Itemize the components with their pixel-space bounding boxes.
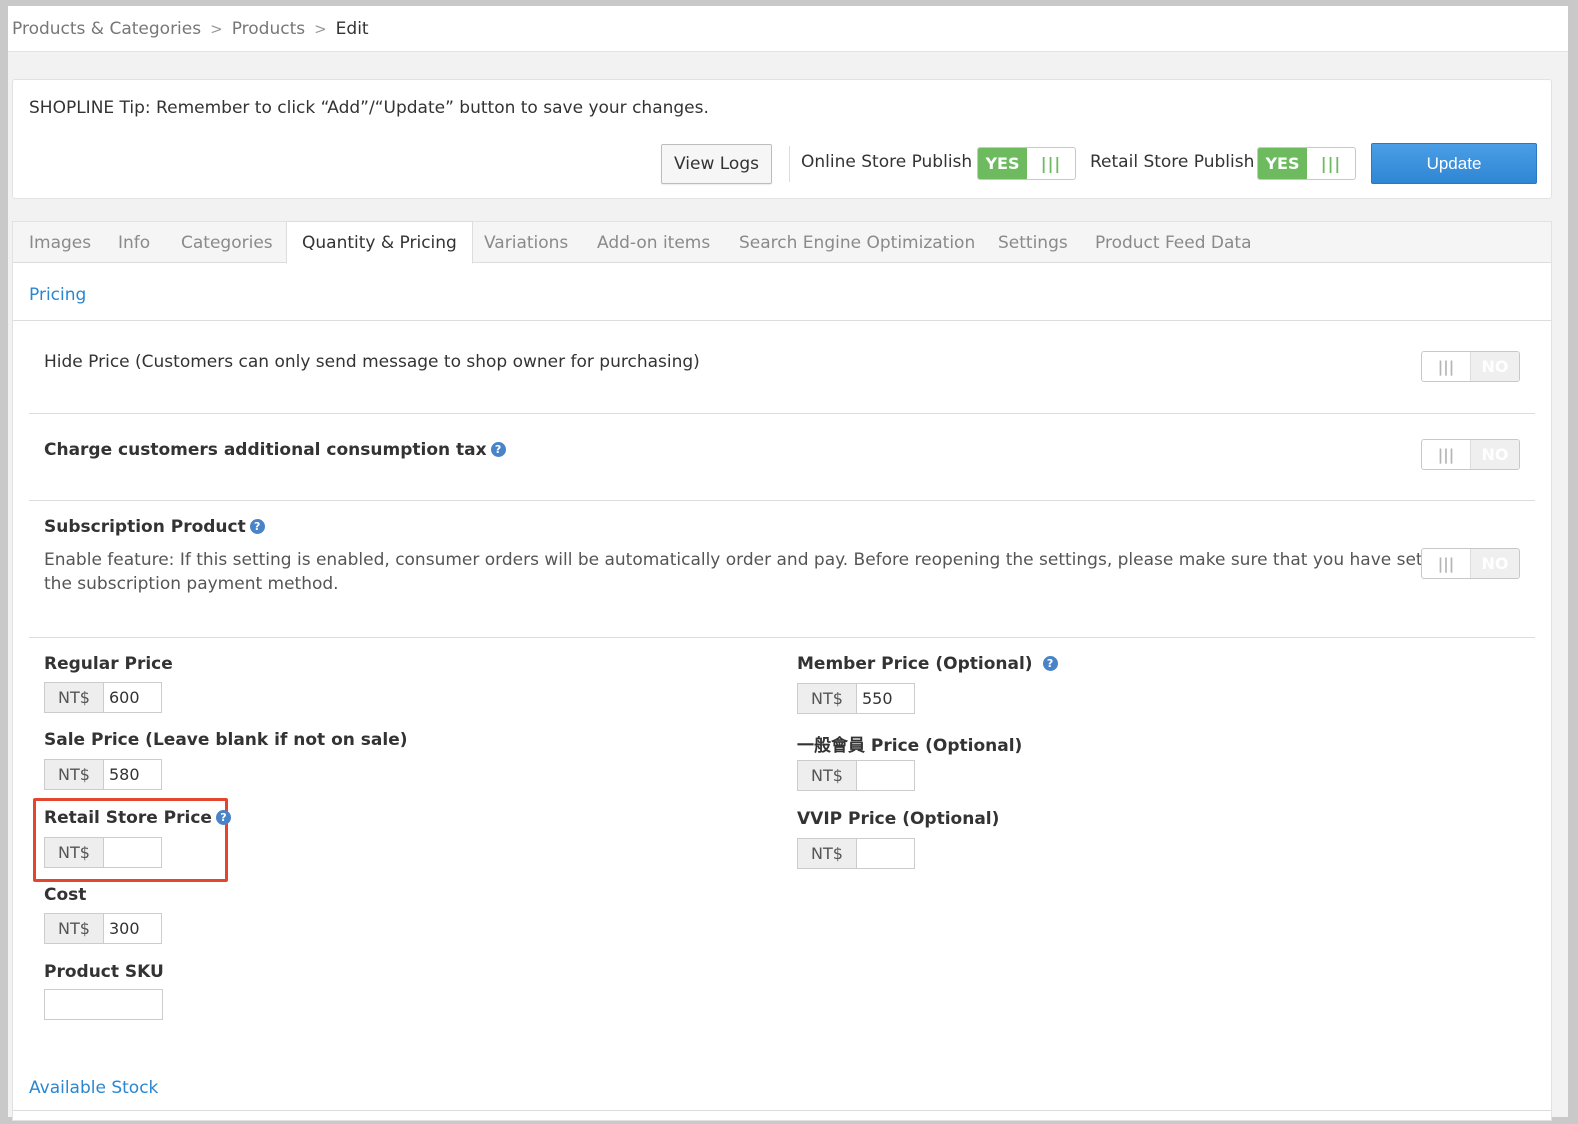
retail-store-publish-toggle[interactable]: YES |||	[1257, 147, 1356, 180]
toggle-grip-icon: |||	[1422, 352, 1471, 381]
divider	[29, 500, 1535, 501]
toggle-grip-icon: |||	[1422, 440, 1471, 469]
vvip-price-input[interactable]	[857, 838, 915, 869]
hide-price-toggle[interactable]: ||| NO	[1421, 351, 1520, 382]
member-price-text: Member Price (Optional)	[797, 654, 1033, 674]
regular-price-input-group: NT$	[44, 682, 162, 713]
product-sku-label: Product SKU	[44, 962, 164, 982]
cost-input[interactable]	[104, 913, 162, 944]
hide-price-label: Hide Price (Customers can only send mess…	[44, 352, 700, 372]
divider	[13, 320, 1551, 321]
update-button[interactable]: Update	[1371, 143, 1537, 184]
general-member-price-input-group: NT$	[797, 760, 915, 791]
tab-quantity-pricing[interactable]: Quantity & Pricing	[286, 221, 473, 264]
toggle-on-label: YES	[1258, 148, 1307, 179]
retail-store-price-input[interactable]	[104, 837, 162, 868]
tip-panel: SHOPLINE Tip: Remember to click “Add”/“U…	[12, 79, 1552, 199]
cost-label: Cost	[44, 885, 87, 905]
tab-settings[interactable]: Settings	[998, 222, 1068, 263]
toggle-on-label: YES	[978, 148, 1027, 179]
help-icon[interactable]: ?	[1042, 655, 1058, 671]
chevron-right-icon: >	[314, 19, 327, 38]
toggle-grip-icon: |||	[1040, 154, 1062, 173]
breadcrumb-item-products-categories[interactable]: Products & Categories	[12, 19, 201, 39]
help-icon[interactable]: ?	[249, 518, 265, 534]
subscription-description: Enable feature: If this setting is enabl…	[44, 550, 1423, 594]
sale-price-label: Sale Price (Leave blank if not on sale)	[44, 730, 408, 750]
available-stock-section-link[interactable]: Available Stock	[29, 1078, 158, 1098]
subscription-toggle[interactable]: ||| NO	[1421, 548, 1520, 579]
sale-price-input-group: NT$	[44, 759, 162, 790]
vvip-price-input-group: NT$	[797, 838, 915, 869]
subscription-label: Subscription Product?	[44, 517, 265, 537]
divider	[29, 413, 1535, 414]
help-icon[interactable]: ?	[215, 809, 231, 825]
tab-product-feed-data[interactable]: Product Feed Data	[1095, 222, 1252, 263]
product-edit-panel: Images Info Categories Quantity & Pricin…	[12, 221, 1552, 1121]
retail-store-price-text: Retail Store Price	[44, 808, 212, 828]
tab-images[interactable]: Images	[29, 222, 91, 263]
currency-addon: NT$	[797, 760, 857, 791]
vvip-price-label: VVIP Price (Optional)	[797, 809, 1000, 829]
view-logs-button[interactable]: View Logs	[661, 144, 772, 184]
chevron-right-icon: >	[210, 19, 223, 38]
tab-info[interactable]: Info	[118, 222, 150, 263]
divider	[13, 1110, 1551, 1111]
currency-addon: NT$	[44, 759, 104, 790]
toggle-grip-icon: |||	[1320, 154, 1342, 173]
toggle-off-label: NO	[1471, 440, 1519, 469]
breadcrumb-current: Edit	[335, 18, 369, 39]
tab-bar: Images Info Categories Quantity & Pricin…	[13, 221, 1551, 264]
online-store-publish-label: Online Store Publish	[801, 152, 973, 172]
toggle-off-label: NO	[1471, 352, 1519, 381]
divider	[29, 637, 1535, 638]
toggle-grip-icon: |||	[1422, 549, 1471, 578]
currency-addon: NT$	[44, 682, 104, 713]
member-price-input[interactable]	[857, 683, 915, 714]
member-price-label: Member Price (Optional)?	[797, 654, 1058, 674]
product-sku-input[interactable]	[44, 989, 163, 1020]
currency-addon: NT$	[797, 683, 857, 714]
currency-addon: NT$	[44, 913, 104, 944]
tab-add-on-items[interactable]: Add-on items	[597, 222, 710, 263]
retail-store-publish-label: Retail Store Publish	[1090, 152, 1255, 172]
currency-addon: NT$	[797, 838, 857, 869]
general-member-price-label: 一般會員 Price (Optional)	[797, 736, 1023, 756]
tab-seo[interactable]: Search Engine Optimization	[739, 222, 975, 263]
breadcrumb-item-products[interactable]: Products	[232, 19, 305, 39]
consumption-tax-text: Charge customers additional consumption …	[44, 440, 487, 460]
retail-store-price-label: Retail Store Price?	[44, 808, 231, 828]
tab-variations[interactable]: Variations	[484, 222, 568, 263]
online-store-publish-toggle[interactable]: YES |||	[977, 147, 1076, 180]
breadcrumb: Products & Categories > Products > Edit	[8, 6, 1568, 52]
currency-addon: NT$	[44, 837, 104, 868]
cost-input-group: NT$	[44, 913, 162, 944]
regular-price-label: Regular Price	[44, 654, 173, 674]
app-frame: Products & Categories > Products > Edit …	[0, 0, 1568, 1121]
sale-price-input[interactable]	[104, 759, 162, 790]
consumption-tax-toggle[interactable]: ||| NO	[1421, 439, 1520, 470]
general-member-price-input[interactable]	[857, 760, 915, 791]
help-icon[interactable]: ?	[490, 441, 506, 457]
pricing-section-link[interactable]: Pricing	[29, 285, 86, 305]
retail-store-price-input-group: NT$	[44, 837, 162, 868]
regular-price-input[interactable]	[104, 682, 162, 713]
tab-categories[interactable]: Categories	[181, 222, 273, 263]
member-price-input-group: NT$	[797, 683, 915, 714]
tip-text: SHOPLINE Tip: Remember to click “Add”/“U…	[29, 98, 709, 118]
toggle-off-label: NO	[1471, 549, 1519, 578]
toolbar-divider	[789, 146, 790, 182]
subscription-text: Subscription Product	[44, 517, 246, 537]
consumption-tax-label: Charge customers additional consumption …	[44, 440, 506, 460]
